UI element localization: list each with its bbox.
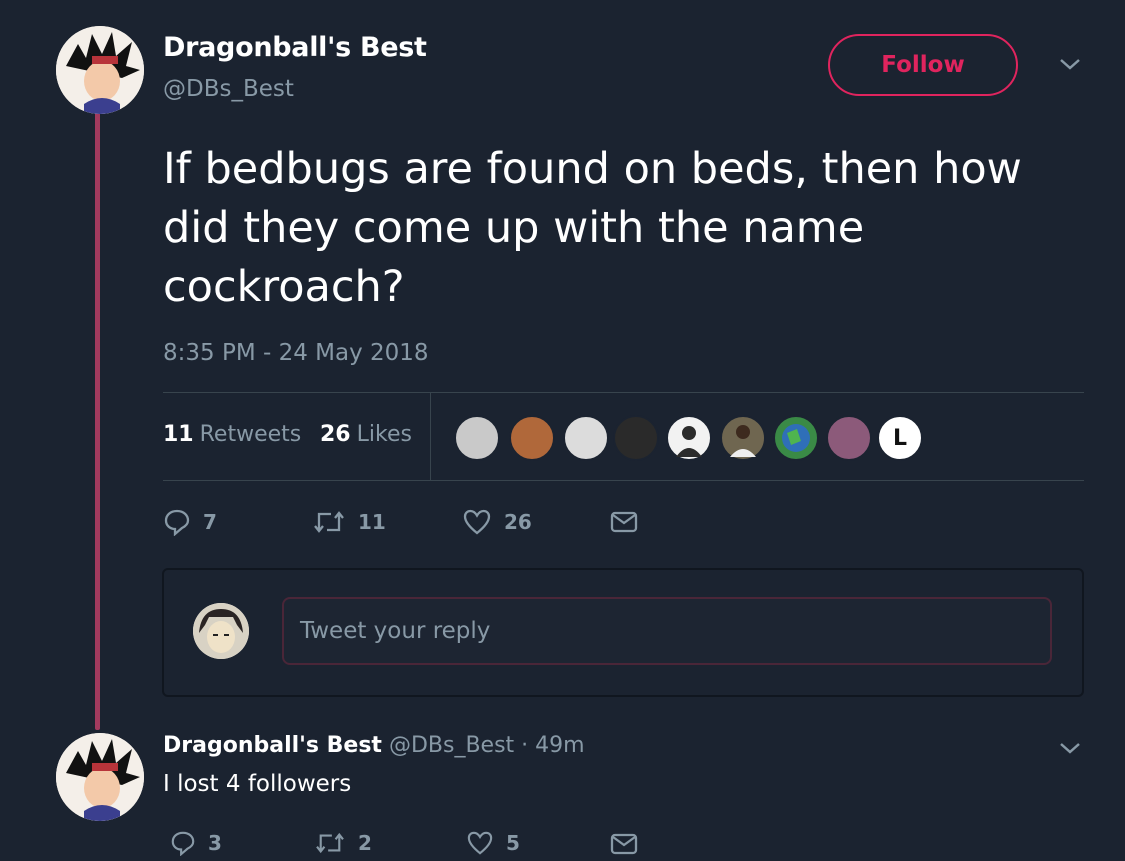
author-display-name[interactable]: Dragonball's Best [163,32,427,63]
liker-avatar[interactable] [826,415,872,461]
heart-icon [467,831,493,855]
likes-label: Likes [356,422,412,447]
chevron-down-icon[interactable] [1058,56,1082,76]
reply-count: 3 [208,831,222,855]
heart-icon [463,509,491,535]
tweet-timestamp[interactable]: 8:35 PM - 24 May 2018 [163,340,429,366]
reply-input[interactable]: Tweet your reply [282,597,1052,665]
liker-avatar[interactable] [666,415,712,461]
liker-avatar[interactable] [773,415,819,461]
reply-icon [171,831,195,856]
author-avatar[interactable] [56,26,144,114]
stats-separator [430,393,431,480]
retweet-count: 2 [358,831,372,855]
liker-avatar-letter: L [892,425,908,451]
current-user-avatar [193,603,249,659]
retweet-icon [316,832,344,854]
like-count: 5 [506,831,520,855]
reply-time[interactable]: · 49m [521,733,584,758]
reply-count: 7 [203,510,217,534]
divider-top [163,392,1084,393]
reply-author-display-name[interactable]: Dragonball's Best [163,733,382,758]
chevron-down-icon[interactable] [1058,740,1082,760]
divider-bottom [163,480,1084,481]
reply-header: Dragonball's Best @DBs_Best · 49m [163,733,585,758]
tweet-text: If bedbugs are found on beds, then how d… [163,144,1022,312]
likes-stat[interactable]: 26 Likes [320,422,412,447]
thread-line [95,112,100,730]
direct-message-action[interactable] [610,832,638,856]
liker-avatar[interactable] [613,415,659,461]
likes-count: 26 [320,422,351,447]
reply-icon [164,509,190,536]
follow-button[interactable]: Follow [828,34,1018,96]
envelope-icon [610,833,638,855]
retweet-icon [314,511,344,533]
reply-action[interactable]: 3 [170,830,222,856]
retweets-count: 11 [163,422,194,447]
retweets-stat[interactable]: 11 Retweets [163,422,301,447]
reply-action[interactable]: 7 [163,508,217,536]
like-action[interactable]: 5 [466,830,520,856]
retweet-count: 11 [358,510,386,534]
retweets-label: Retweets [199,422,302,447]
liker-avatar[interactable] [720,415,766,461]
like-count: 26 [504,510,532,534]
retweet-action[interactable]: 11 [312,508,386,536]
like-action[interactable]: 26 [462,508,532,536]
liker-avatar[interactable] [454,415,500,461]
liker-avatar[interactable]: L [877,415,923,461]
liker-avatar[interactable] [509,415,555,461]
liker-avatar[interactable] [563,415,609,461]
envelope-icon [610,511,638,533]
reply-tweet-text: I lost 4 followers [163,771,352,797]
reply-author-handle[interactable]: @DBs_Best [389,733,514,758]
reply-author-avatar[interactable] [56,733,144,821]
direct-message-action[interactable] [610,510,638,534]
retweet-action[interactable]: 2 [314,830,372,856]
author-handle[interactable]: @DBs_Best [163,76,294,102]
